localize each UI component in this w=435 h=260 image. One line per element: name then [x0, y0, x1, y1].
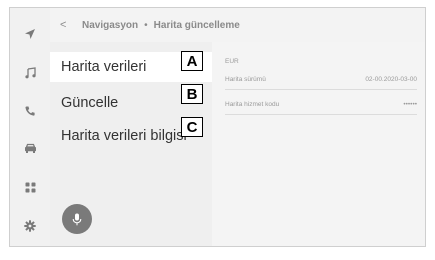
rail-audio[interactable] — [10, 58, 50, 88]
callout-label-a: A — [181, 51, 203, 71]
map-update-screen: < Navigasyon • Harita güncelleme Harita … — [9, 7, 426, 247]
music-note-icon — [25, 67, 36, 79]
menu-item-label: Güncelle — [61, 95, 119, 111]
breadcrumb-current: Harita güncelleme — [153, 19, 240, 31]
rail-navigation[interactable] — [10, 19, 50, 49]
detail-label: Harita hizmet kodu — [225, 100, 280, 108]
breadcrumb-parent[interactable]: Navigasyon — [82, 20, 138, 31]
menu-item-label: Harita verileri bilgisi — [61, 128, 187, 144]
phone-icon — [25, 106, 35, 116]
microphone-icon — [72, 213, 82, 225]
settings-gear-icon — [24, 220, 36, 232]
callout-label-c: C — [181, 117, 203, 137]
side-rail — [10, 8, 50, 246]
breadcrumb: < Navigasyon • Harita güncelleme — [50, 8, 425, 43]
detail-value: •••••• — [403, 100, 417, 108]
detail-label: Harita sürümü — [225, 75, 266, 83]
detail-row-service-code: Harita hizmet kodu •••••• — [225, 94, 417, 115]
rail-apps[interactable] — [10, 172, 50, 202]
voice-button[interactable] — [62, 204, 92, 234]
apps-grid-icon — [25, 182, 35, 192]
detail-row-map-version: Harita sürümü 02-00.2020-03-00 — [225, 69, 417, 90]
rail-vehicle[interactable] — [10, 133, 50, 163]
callout-label-b: B — [181, 84, 203, 104]
rail-phone[interactable] — [10, 96, 50, 126]
detail-value: 02-00.2020-03-00 — [365, 75, 417, 83]
car-icon — [24, 143, 36, 153]
rail-settings[interactable] — [10, 211, 50, 241]
map-data-detail: EUR Harita sürümü 02-00.2020-03-00 Harit… — [212, 42, 425, 246]
breadcrumb-separator: • — [144, 19, 148, 31]
navigation-arrow-icon — [25, 29, 35, 39]
region-code: EUR — [225, 58, 239, 65]
back-button[interactable]: < — [60, 19, 82, 31]
menu-item-label: Harita verileri — [61, 59, 147, 75]
